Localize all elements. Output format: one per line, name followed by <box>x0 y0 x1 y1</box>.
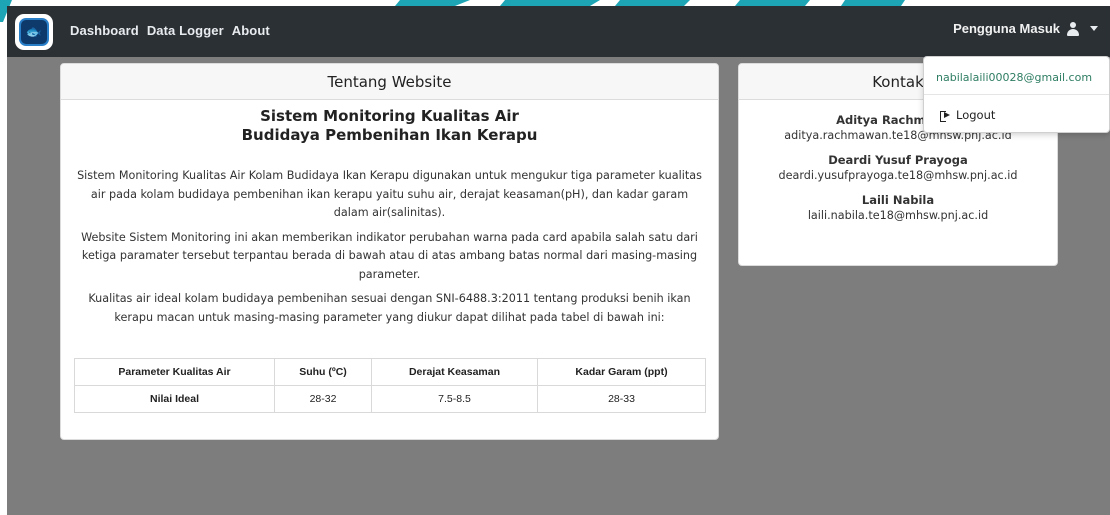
about-card: Tentang Website Sistem Monitoring Kualit… <box>60 63 719 440</box>
about-paragraph-2: Website Sistem Monitoring ini akan membe… <box>81 230 698 281</box>
contact-email: deardi.yusufprayoga.te18@mhsw.pnj.ac.id <box>778 169 1018 182</box>
contact-name: Deardi Yusuf Prayoga <box>828 153 968 167</box>
table-cell: 28-33 <box>537 385 706 413</box>
table-header-row: Parameter Kualitas Air Suhu (ºC) Derajat… <box>74 358 706 386</box>
sign-out-icon <box>940 110 951 122</box>
contact-person: Deardi Yusuf Prayoga deardi.yusufprayoga… <box>739 152 1057 184</box>
app-window: 🐟 Dashboard Data Logger About Pengguna M… <box>7 6 1110 515</box>
table-header: Kadar Garam (ppt) <box>537 358 706 386</box>
app-logo[interactable]: 🐟 <box>15 14 53 50</box>
about-paragraph-1: Sistem Monitoring Kualitas Air Kolam Bud… <box>77 169 702 219</box>
nav-data-logger[interactable]: Data Logger <box>147 23 224 38</box>
contact-name: Laili Nabila <box>861 193 935 207</box>
main-nav: Dashboard Data Logger About <box>70 23 270 38</box>
table-cell: 7.5-8.5 <box>371 385 538 413</box>
user-menu-label: Pengguna Masuk <box>953 21 1060 36</box>
contact-email: laili.nabila.te18@mhsw.pnj.ac.id <box>807 209 989 222</box>
about-title-line1: Sistem Monitoring Kualitas Air <box>260 107 519 125</box>
fish-logo-icon: 🐟 <box>19 18 49 46</box>
table-header: Derajat Keasaman <box>371 358 538 386</box>
table-cell: Nilai Ideal <box>74 385 275 413</box>
user-email[interactable]: nabilalaili00028@gmail.com <box>936 71 1092 84</box>
table-header: Suhu (ºC) <box>274 358 372 386</box>
ideal-parameter-table: Parameter Kualitas Air Suhu (ºC) Derajat… <box>74 358 706 413</box>
table-cell: 28-32 <box>274 385 372 413</box>
about-paragraph-3: Kualitas air ideal kolam budidaya pemben… <box>88 292 691 324</box>
about-title-line2: Budidaya Pembenihan Ikan Kerapu <box>241 126 538 144</box>
user-menu-toggle[interactable]: Pengguna Masuk <box>953 21 1098 36</box>
navbar: 🐟 Dashboard Data Logger About Pengguna M… <box>7 6 1110 57</box>
table-header: Parameter Kualitas Air <box>74 358 275 386</box>
user-dropdown-menu: nabilalaili00028@gmail.com Logout <box>923 56 1110 133</box>
user-icon <box>1066 21 1080 36</box>
about-title: Sistem Monitoring Kualitas Air Budidaya … <box>61 107 718 145</box>
chevron-down-icon <box>1090 26 1098 31</box>
logout-menu-item[interactable]: Logout <box>940 108 995 122</box>
dropdown-divider <box>924 94 1109 95</box>
logout-label: Logout <box>956 108 996 122</box>
contact-person: Laili Nabila laili.nabila.te18@mhsw.pnj.… <box>739 192 1057 224</box>
nav-dashboard[interactable]: Dashboard <box>70 23 139 38</box>
about-card-header: Tentang Website <box>61 64 718 100</box>
table-row: Nilai Ideal 28-32 7.5-8.5 28-33 <box>74 385 706 413</box>
nav-about[interactable]: About <box>232 23 270 38</box>
